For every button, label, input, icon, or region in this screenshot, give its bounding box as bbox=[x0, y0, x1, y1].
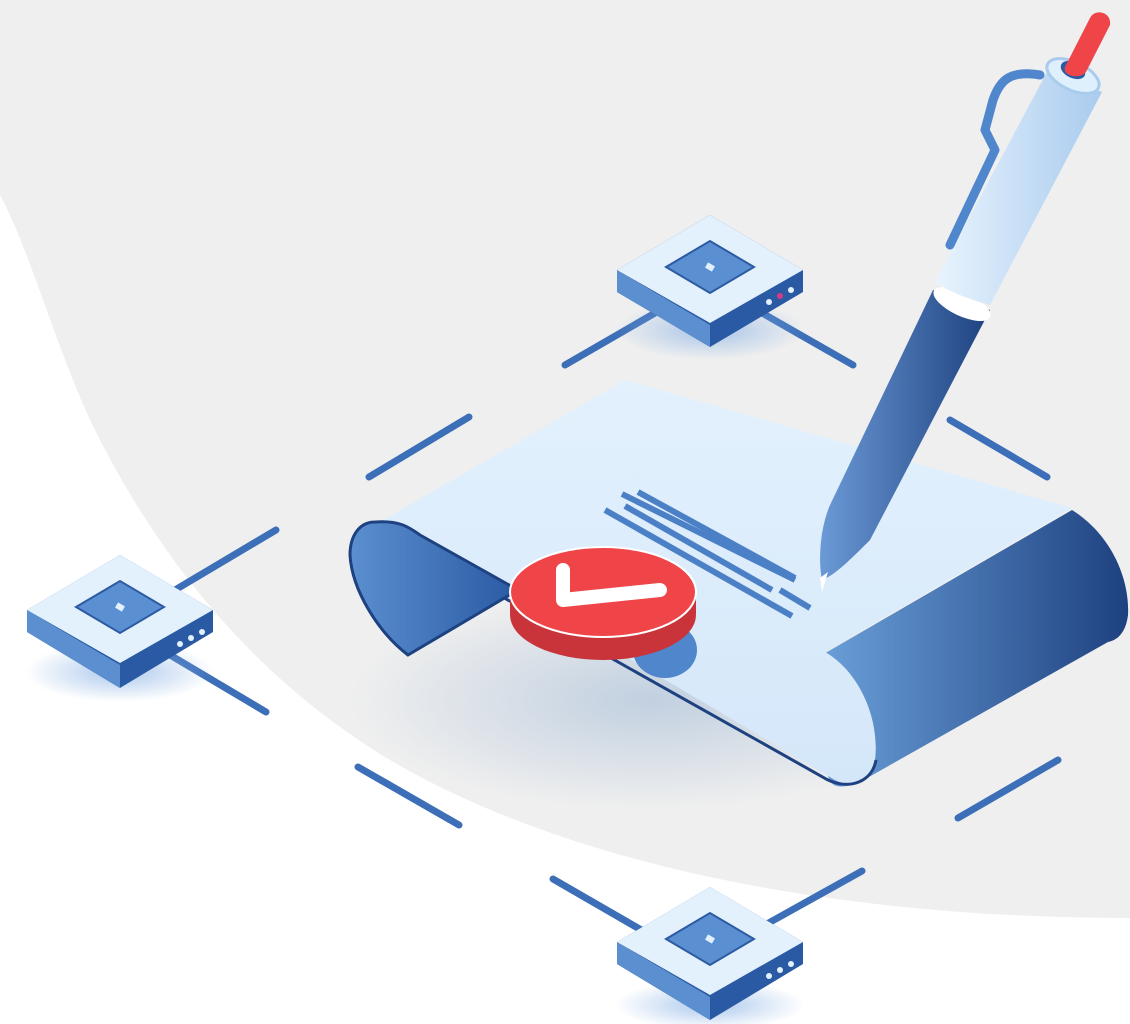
check-seal bbox=[509, 546, 697, 660]
blockchain-contract-illustration bbox=[0, 0, 1130, 1024]
